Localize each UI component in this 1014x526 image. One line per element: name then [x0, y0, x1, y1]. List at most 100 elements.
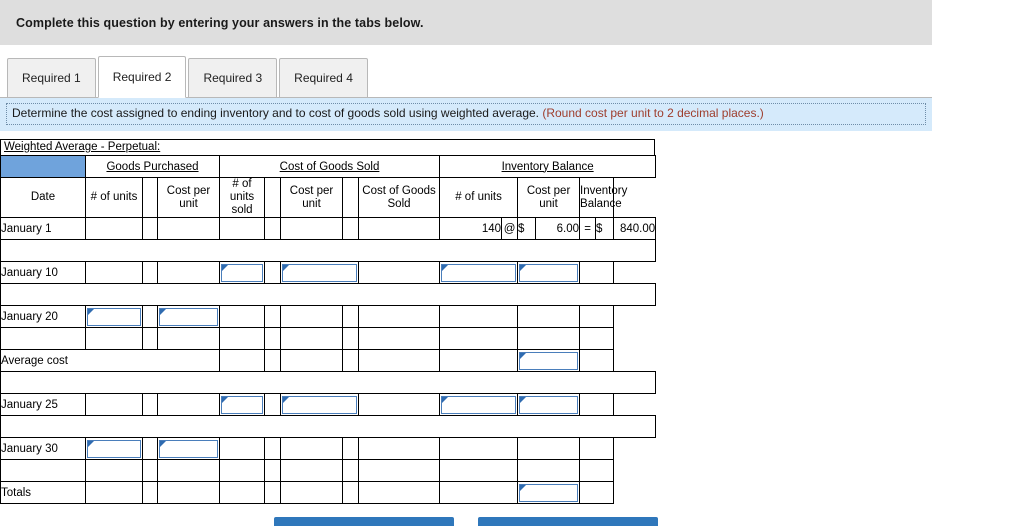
cell-gp-units[interactable] [85, 305, 143, 328]
input-inv-units-jan10[interactable] [441, 263, 517, 282]
cell-cogs-cost-per-unit[interactable] [280, 393, 360, 416]
row-date: January 20 [0, 305, 86, 328]
navigation-bar: ‹ Required 1 Required 3 › [0, 517, 932, 526]
tab-required-1[interactable]: Required 1 [7, 58, 96, 98]
cell-cogs-spacer-2 [342, 327, 360, 350]
row-separator [0, 371, 657, 394]
cell-inv-balance-currency: $ [595, 217, 615, 240]
tab-required-4[interactable]: Required 4 [279, 58, 368, 98]
cell-inv-cost-per-unit: 6.00 [535, 217, 581, 240]
input-cogs-units-sold-jan25[interactable] [221, 395, 264, 414]
row-date: January 1 [0, 217, 86, 240]
weighted-average-table: Goods Purchased Cost of Goods Sold Inven… [0, 155, 657, 504]
row-date: January 25 [0, 393, 86, 416]
worksheet: Weighted Average - Perpetual: Goods Purc… [0, 139, 1014, 504]
input-average-cost-per-unit[interactable] [519, 351, 579, 370]
cell-inv-cost-per-unit [517, 327, 581, 350]
cell-inv-cost-per-unit[interactable] [517, 261, 581, 284]
cell-cogs-units-sold [219, 437, 266, 460]
cell-cogs-units-sold[interactable] [219, 393, 266, 416]
input-gp-units-jan30[interactable] [87, 439, 141, 458]
cell-inv-units[interactable] [439, 261, 519, 284]
cell-cogs-spacer-2 [342, 305, 360, 328]
col-header-cogs-units-sold: # of units sold [219, 177, 266, 218]
cell-inv-balance [579, 261, 615, 284]
cell-gp-spacer [142, 437, 158, 460]
input-inv-cost-per-unit-jan10[interactable] [519, 263, 579, 282]
cell-inv-cost-per-unit [517, 437, 581, 460]
next-required-button[interactable]: Required 3 › [478, 517, 658, 526]
worksheet-title: Weighted Average - Perpetual: [4, 141, 161, 153]
cell-gp-cost-per-unit [156, 327, 221, 350]
cell-gp-units [85, 393, 143, 416]
cell-cogs-spacer-2 [342, 437, 360, 460]
cell-inv-cost-per-unit[interactable] [517, 481, 581, 504]
group-header-date [0, 155, 86, 178]
row-separator [0, 415, 657, 438]
cell-cogs-total [358, 437, 441, 460]
cell-inv-cost-per-unit[interactable] [517, 393, 581, 416]
cell-cogs-spacer [264, 481, 282, 504]
cell-gp-cost-per-unit [156, 261, 221, 284]
cell-gp-spacer [142, 393, 158, 416]
cell-cogs-spacer [264, 437, 282, 460]
cell-gp-units [85, 459, 143, 482]
input-gp-cost-per-unit-jan20[interactable] [159, 307, 219, 326]
cell-cogs-units-sold [219, 481, 266, 504]
cell-cogs-spacer [264, 349, 282, 372]
input-inv-units-jan25[interactable] [441, 395, 517, 414]
table-row-january-20: January 20 [0, 305, 656, 328]
cell-inv-balance [579, 437, 615, 460]
table-row-blank-1 [0, 327, 656, 350]
input-cogs-cost-per-unit-jan10[interactable] [282, 263, 358, 282]
cell-gp-spacer [142, 327, 158, 350]
cell-inv-units[interactable] [439, 393, 519, 416]
cell-inv-cost-per-unit[interactable] [517, 349, 581, 372]
tab-label: Required 3 [203, 71, 263, 85]
col-header-inv-units: # of units [439, 177, 519, 218]
cell-cogs-total [358, 459, 441, 482]
cell-gp-cost-per-unit[interactable] [156, 305, 221, 328]
col-header-gp-cost-per-unit: Cost per unit [156, 177, 221, 218]
cell-cogs-units-sold[interactable] [219, 261, 266, 284]
group-header-cost-of-goods-sold: Cost of Goods Sold [219, 155, 441, 178]
row-separator [0, 239, 657, 262]
cell-gp-spacer [142, 261, 158, 284]
tab-required-2[interactable]: Required 2 [97, 56, 187, 98]
group-header-row: Goods Purchased Cost of Goods Sold Inven… [0, 155, 657, 178]
cell-gp-units[interactable] [85, 437, 143, 460]
col-header-date: Date [0, 177, 86, 218]
group-header-goods-purchased: Goods Purchased [84, 155, 221, 178]
cell-gp-cost-per-unit [156, 481, 221, 504]
row-date: January 30 [0, 437, 86, 460]
cell-inv-units [439, 437, 519, 460]
input-totals-cost-per-unit[interactable] [519, 483, 579, 502]
group-label: Inventory Balance [501, 160, 594, 173]
cell-at-symbol: @ [501, 217, 519, 240]
row-date: January 10 [0, 261, 86, 284]
cell-gp-cost-per-unit[interactable] [156, 437, 221, 460]
tab-strip: Required 1 Required 2 Required 3 Require… [0, 53, 932, 98]
tab-required-3[interactable]: Required 3 [188, 58, 278, 98]
prev-required-button[interactable]: ‹ Required 1 [274, 517, 454, 526]
cell-inv-balance [579, 327, 615, 350]
col-header-gp-units: # of units [85, 177, 143, 218]
input-gp-cost-per-unit-jan30[interactable] [159, 439, 219, 458]
input-gp-units-jan20[interactable] [87, 307, 141, 326]
col-header-cogs-spacer [264, 177, 282, 218]
cell-cogs-cost-per-unit[interactable] [280, 261, 360, 284]
cell-cogs-total [358, 327, 441, 350]
input-cogs-cost-per-unit-jan25[interactable] [282, 395, 358, 414]
instruction-main-text: Determine the cost assigned to ending in… [12, 106, 539, 120]
cell-cogs-cost-per-unit [280, 217, 344, 240]
cell-cogs-spacer [264, 261, 282, 284]
instruction-bar: Determine the cost assigned to ending in… [0, 98, 932, 131]
input-cogs-units-sold-jan10[interactable] [221, 263, 264, 282]
cell-cogs-units-sold [219, 305, 266, 328]
row-date: Average cost [0, 349, 221, 372]
cell-inv-units [439, 305, 519, 328]
cell-cogs-spacer-2 [342, 217, 360, 240]
question-banner: Complete this question by entering your … [0, 0, 932, 45]
table-row-january-25: January 25 [0, 393, 656, 416]
input-inv-cost-per-unit-jan25[interactable] [519, 395, 579, 414]
